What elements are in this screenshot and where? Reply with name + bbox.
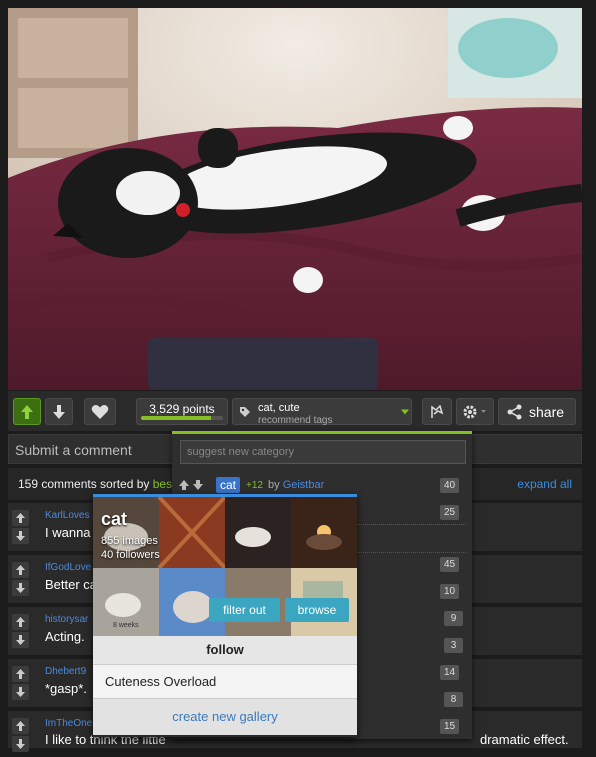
favorite-button[interactable] [84,398,116,425]
create-gallery-link[interactable]: create new gallery [93,698,357,735]
tag-downvote-icon[interactable] [192,479,204,491]
comment-text: Better ca [45,577,98,592]
cat-photo [8,8,582,390]
comment-upvote-button[interactable] [12,718,29,734]
arrow-up-icon [21,404,33,419]
flag-icon [431,404,444,418]
arrow-down-icon [16,635,25,645]
share-label: share [529,404,565,420]
image-count: 855 images [101,535,158,547]
tag-row: cat +12 by Geistbar [178,477,460,495]
score-badge: 40 [440,478,459,493]
post-toolbar: 3,529 points cat, cute recommend tags sh… [8,391,582,431]
points-label: 3,529 points [149,402,215,416]
suggest-category-input[interactable]: suggest new category [180,440,466,464]
tag-title: cat [101,509,128,529]
score-badge: 14 [440,665,459,680]
tag-author-link[interactable]: Geistbar [283,479,325,491]
sort-selector[interactable]: bes [153,477,172,491]
comment-username[interactable]: IfGodLove [45,562,91,573]
suggest-category-placeholder: suggest new category [187,446,295,458]
tags-label: cat, cute [258,402,300,414]
post-image[interactable] [8,8,582,390]
comment-username[interactable]: KarlLoves [45,510,89,521]
tag-chip-cat[interactable]: cat [216,477,241,493]
arrow-up-icon [16,565,25,575]
comment-downvote-button[interactable] [12,736,29,752]
arrow-up-icon [16,513,25,523]
heart-icon [91,404,109,419]
comment-text: Acting. [45,629,85,644]
recommend-tags-label: recommend tags [258,415,333,426]
comment-placeholder: Submit a comment [15,442,132,458]
comment-username[interactable]: historysar [45,614,88,625]
score-badge: 9 [444,611,463,626]
arrow-up-icon [16,617,25,627]
score-badge: 8 [444,692,463,707]
score-badge: 25 [440,505,459,520]
score-badge: 15 [440,719,459,734]
comment-downvote-button[interactable] [12,580,29,596]
thumb-caption: 8 weeks [113,622,139,629]
tag-by-label: by [268,479,280,491]
comment-text-end: dramatic effect. [480,732,569,747]
comment-text: *gasp*. [45,681,87,696]
comments-count: 159 comments sorted by bes [18,477,172,491]
comment-username[interactable]: ImTheOne [45,718,92,729]
report-button[interactable] [422,398,452,425]
tag-upvote-icon[interactable] [178,479,190,491]
points-display: 3,529 points [136,398,228,425]
settings-button[interactable] [456,398,494,425]
comment-downvote-button[interactable] [12,684,29,700]
tag-info-popover: 8 weeks cat 855 images 40 followers filt… [93,494,357,737]
comment-upvote-button[interactable] [12,562,29,578]
arrow-down-icon [16,531,25,541]
comments-count-text: 159 comments sorted by [18,477,150,491]
points-bar [141,416,223,420]
score-badge: 45 [440,557,459,572]
share-icon [507,404,522,419]
score-badge: 3 [444,638,463,653]
arrow-down-icon [16,739,25,749]
comment-upvote-button[interactable] [12,614,29,630]
comment-upvote-button[interactable] [12,510,29,526]
arrow-down-icon [16,687,25,697]
caret-down-icon [401,409,409,414]
gear-icon [463,405,486,418]
comment-downvote-button[interactable] [12,528,29,544]
follower-count: 40 followers [101,549,160,561]
upvote-button[interactable] [13,398,41,425]
expand-all-link[interactable]: expand all [517,477,572,491]
comment-username[interactable]: Dhebert9 [45,666,86,677]
arrow-up-icon [16,669,25,679]
browse-button[interactable]: browse [285,598,349,622]
gallery-item[interactable]: Cuteness Overload [93,664,357,698]
comment-downvote-button[interactable] [12,632,29,648]
tag-author: by Geistbar [268,479,324,491]
points-bar-fill [141,416,211,420]
tags-dropdown[interactable]: cat, cute recommend tags [232,398,412,426]
filter-out-button[interactable]: filter out [209,598,280,622]
arrow-down-icon [53,404,65,419]
comment-text: I wanna [45,525,91,540]
follow-button[interactable]: follow [93,636,357,664]
tag-icon [240,406,250,417]
score-badge: 10 [440,584,459,599]
arrow-up-icon [16,721,25,731]
arrow-down-icon [16,583,25,593]
comment-upvote-button[interactable] [12,666,29,682]
tag-score: +12 [246,480,263,491]
downvote-button[interactable] [45,398,73,425]
share-button[interactable]: share [498,398,576,425]
